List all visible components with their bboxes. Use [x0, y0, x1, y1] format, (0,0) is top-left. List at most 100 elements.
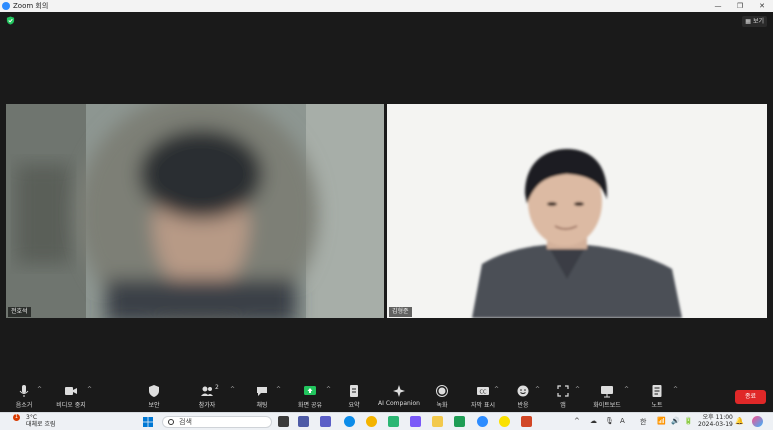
weather-widget[interactable]: 1 3°C 대체로 흐림 — [8, 414, 56, 428]
grid-icon: ▦ — [745, 18, 751, 25]
participants-options-chevron-icon[interactable]: ^ — [230, 386, 235, 393]
participants-count: 2 — [215, 384, 219, 391]
summary-document-icon — [350, 385, 358, 397]
wifi-icon[interactable]: 📶 — [657, 417, 666, 425]
mic-tray-icon[interactable]: 🎙 — [605, 417, 614, 425]
view-label: 보기 — [752, 18, 764, 25]
edge-icon[interactable] — [344, 416, 355, 427]
chat-label: 채팅 — [256, 402, 268, 409]
cc-icon: CC — [477, 387, 489, 395]
weather-badge: 1 — [13, 414, 20, 421]
ai-sparkle-icon — [393, 385, 405, 397]
share-screen-icon — [304, 386, 316, 395]
meeting-toolbar: 음소거 ^ 비디오 중지 ^ 보안 참가자 2 ^ 채팅 ^ 화면 공유 ^ 요… — [0, 380, 773, 412]
captions-label: 자막 표시 — [471, 402, 495, 409]
ime-indicator[interactable]: 한 — [640, 417, 646, 427]
mute-button[interactable]: 음소거 — [12, 384, 36, 409]
chat-bubble-icon — [257, 387, 267, 396]
minimize-button[interactable]: — — [707, 0, 729, 12]
chat-options-chevron-icon[interactable]: ^ — [276, 386, 281, 393]
share-options-chevron-icon[interactable]: ^ — [326, 386, 331, 393]
taskbar-search-box[interactable]: 검색 — [162, 416, 272, 428]
video-camera-icon — [65, 387, 77, 395]
notes-button[interactable]: 노트 — [647, 384, 667, 409]
ai-companion-button[interactable]: AI Companion — [378, 384, 420, 407]
notes-options-chevron-icon[interactable]: ^ — [673, 386, 678, 393]
summary-button[interactable]: 요약 — [343, 384, 365, 409]
zoom-taskbar-icon[interactable] — [477, 416, 488, 427]
video-label: 비디오 중지 — [56, 402, 86, 409]
end-meeting-button[interactable]: 종료 — [735, 390, 766, 404]
notification-bell-icon[interactable]: 🔔 — [735, 417, 744, 425]
copilot-icon[interactable] — [752, 416, 763, 427]
chat-button[interactable]: 채팅 — [250, 384, 274, 409]
stop-video-button[interactable]: 비디오 중지 — [54, 384, 88, 409]
apps-icon — [557, 385, 569, 397]
chrome-icon[interactable] — [366, 416, 377, 427]
apps-options-chevron-icon[interactable]: ^ — [575, 386, 580, 393]
battery-icon[interactable]: 🔋 — [684, 417, 693, 425]
record-icon — [436, 385, 448, 397]
record-label: 녹화 — [436, 402, 448, 409]
font-indicator[interactable]: A — [620, 417, 625, 425]
encryption-shield-icon[interactable] — [6, 16, 15, 25]
search-placeholder: 검색 — [179, 418, 192, 426]
close-button[interactable]: ✕ — [751, 0, 773, 12]
security-button[interactable]: 보안 — [142, 384, 166, 409]
share-screen-button[interactable]: 화면 공유 — [295, 384, 325, 409]
word-app-icon[interactable] — [320, 416, 331, 427]
kakaotalk-icon[interactable] — [499, 416, 510, 427]
summary-label: 요약 — [348, 402, 360, 409]
weather-temp: 3°C — [26, 414, 38, 421]
app-icon-green[interactable] — [388, 416, 399, 427]
search-icon — [168, 419, 174, 425]
restore-button[interactable]: ❐ — [729, 0, 751, 12]
powerpoint-icon[interactable] — [521, 416, 532, 427]
share-label: 화면 공유 — [298, 402, 322, 409]
title-bar: Zoom 회의 — ❐ ✕ — [0, 0, 773, 12]
notes-label: 노트 — [651, 402, 663, 409]
reactions-button[interactable]: 반응 — [512, 384, 534, 409]
windows-taskbar: 1 3°C 대체로 흐림 검색 ^ ☁ 🎙 A 한 📶 🔊 🔋 오후 11:00… — [0, 412, 773, 430]
video-tile-participant-2[interactable]: 김형준 — [387, 104, 767, 318]
window-title: Zoom 회의 — [13, 2, 49, 10]
zoom-logo-icon — [2, 2, 10, 10]
volume-icon[interactable]: 🔊 — [671, 417, 680, 425]
whiteboard-button[interactable]: 화이트보드 — [591, 384, 623, 409]
tray-overflow-chevron-icon[interactable]: ^ — [574, 417, 580, 425]
participant-2-video — [387, 104, 767, 318]
teams-icon[interactable] — [298, 416, 309, 427]
excel-icon[interactable] — [454, 416, 465, 427]
notes-icon — [652, 385, 662, 397]
task-view-icon[interactable] — [278, 416, 289, 427]
reactions-options-chevron-icon[interactable]: ^ — [535, 386, 540, 393]
apps-label: 앱 — [560, 402, 566, 409]
reaction-emoji-icon — [517, 385, 529, 397]
apps-button[interactable]: 앱 — [553, 384, 573, 409]
cloud-icon[interactable]: ☁ — [590, 417, 597, 425]
participant-name-tag: 전호석 — [8, 307, 31, 317]
whiteboard-options-chevron-icon[interactable]: ^ — [624, 386, 629, 393]
view-button[interactable]: ▦ 보기 — [742, 16, 767, 27]
weather-desc: 대체로 흐림 — [26, 421, 56, 428]
file-explorer-icon[interactable] — [432, 416, 443, 427]
reactions-label: 반응 — [517, 402, 529, 409]
mute-label: 음소거 — [15, 402, 33, 409]
taskbar-clock[interactable]: 오후 11:00 2024-03-19 — [698, 414, 733, 428]
svg-text:CC: CC — [480, 389, 487, 395]
video-tile-participant-1[interactable]: 전호석 — [6, 104, 384, 318]
snipping-tool-icon[interactable] — [410, 416, 421, 427]
security-shield-icon — [149, 385, 159, 397]
audio-options-chevron-icon[interactable]: ^ — [37, 386, 42, 393]
windows-start-icon[interactable] — [143, 417, 153, 427]
participant-1-video — [6, 104, 384, 318]
whiteboard-icon — [601, 386, 613, 398]
microphone-icon — [19, 385, 29, 397]
security-label: 보안 — [148, 402, 160, 409]
clock-time: 오후 11:00 — [702, 414, 733, 421]
captions-options-chevron-icon[interactable]: ^ — [494, 386, 499, 393]
whiteboard-label: 화이트보드 — [593, 402, 621, 409]
video-options-chevron-icon[interactable]: ^ — [87, 386, 92, 393]
record-button[interactable]: 녹화 — [432, 384, 452, 409]
clock-date: 2024-03-19 — [698, 421, 733, 428]
